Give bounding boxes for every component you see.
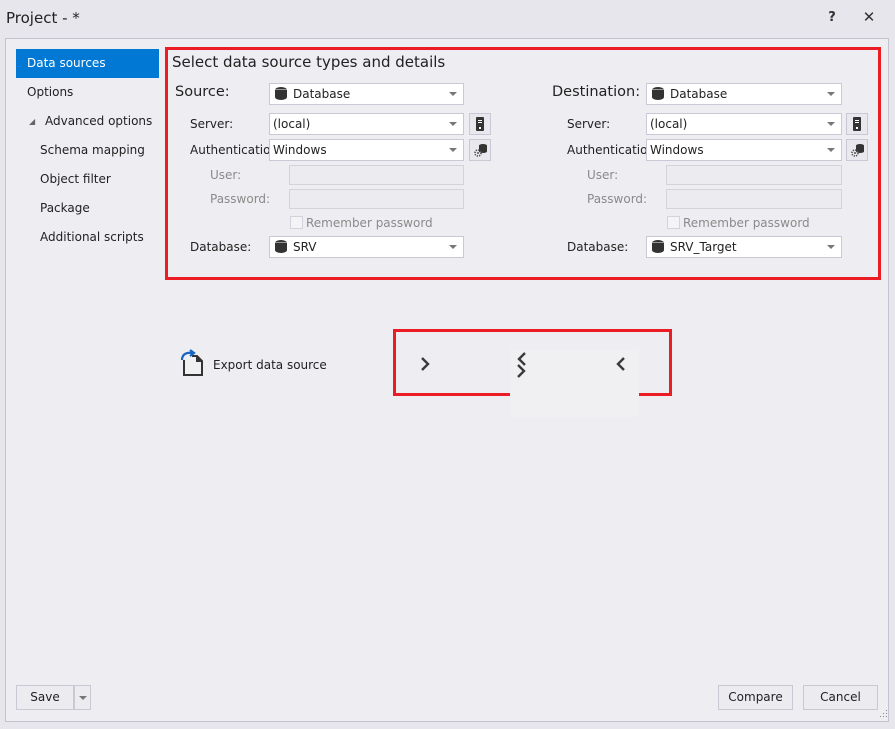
source-user-label: User:	[210, 168, 242, 182]
sidebar-item-object-filter[interactable]: Object filter	[16, 165, 159, 194]
sidebar-item-advanced-options[interactable]: ◢ Advanced options	[16, 107, 159, 136]
window-title: Project - *	[6, 9, 80, 27]
chevron-down-icon	[827, 122, 835, 126]
title-bar: Project - * ? ✕	[0, 0, 895, 38]
destination-database-value: SRV_Target	[670, 240, 737, 254]
sidebar-nav: Data sources Options ◢ Advanced options …	[16, 49, 159, 252]
destination-heading: Destination:	[552, 84, 641, 100]
chevron-down-icon	[827, 92, 835, 96]
collapse-triangle-icon[interactable]: ◢	[29, 107, 35, 136]
database-settings-icon	[474, 144, 487, 157]
close-button[interactable]: ✕	[860, 8, 878, 26]
source-server-select[interactable]: (local)	[269, 113, 464, 135]
source-database-value: SRV	[293, 240, 317, 254]
destination-server-browse-button[interactable]	[846, 113, 868, 135]
chevron-right-icon[interactable]	[417, 355, 433, 373]
database-settings-icon	[851, 144, 864, 157]
sidebar-item-package[interactable]: Package	[16, 194, 159, 223]
chevron-down-icon	[827, 245, 835, 249]
sidebar-item-label: Schema mapping	[40, 143, 145, 157]
save-options-dropdown[interactable]	[74, 685, 91, 710]
database-icon	[275, 240, 287, 253]
destination-type-select[interactable]: Database	[646, 83, 842, 105]
chevron-down-icon	[449, 148, 457, 152]
source-auth-value: Windows	[273, 143, 327, 157]
export-icon	[180, 349, 203, 376]
sidebar-item-label: Data sources	[27, 56, 106, 70]
destination-remember-password-label: Remember password	[683, 216, 810, 230]
sidebar-item-label: Advanced options	[44, 114, 153, 128]
source-server-value: (local)	[273, 117, 311, 131]
destination-server-label: Server:	[567, 117, 611, 131]
sidebar-item-data-sources[interactable]: Data sources	[16, 49, 159, 78]
destination-user-input[interactable]	[666, 165, 842, 185]
cancel-button[interactable]: Cancel	[803, 685, 878, 710]
export-data-source-label: Export data source	[213, 358, 327, 372]
chevron-left-icon[interactable]	[613, 355, 629, 373]
sidebar-item-label: Package	[40, 201, 90, 215]
help-button[interactable]: ?	[823, 10, 841, 25]
sidebar-item-label: Additional scripts	[40, 230, 144, 244]
destination-remember-password-checkbox[interactable]	[667, 216, 680, 229]
chevron-down-icon	[449, 92, 457, 96]
source-password-input[interactable]	[289, 189, 464, 209]
destination-database-select[interactable]: SRV_Target	[646, 236, 842, 258]
swap-icon[interactable]	[513, 350, 529, 380]
destination-auth-value: Windows	[650, 143, 704, 157]
chevron-down-icon	[449, 122, 457, 126]
section-title: Select data source types and details	[172, 53, 446, 71]
server-icon	[853, 117, 861, 131]
source-password-label: Password:	[210, 192, 271, 206]
source-server-label: Server:	[190, 117, 234, 131]
source-type-value: Database	[293, 87, 351, 101]
source-remember-password-checkbox[interactable]	[290, 216, 303, 229]
database-icon	[652, 87, 664, 100]
chevron-down-icon	[827, 148, 835, 152]
destination-auth-settings-button[interactable]	[846, 139, 868, 161]
destination-server-value: (local)	[650, 117, 688, 131]
destination-user-label: User:	[587, 168, 619, 182]
source-heading: Source:	[175, 84, 230, 100]
source-user-input[interactable]	[289, 165, 464, 185]
source-server-browse-button[interactable]	[469, 113, 491, 135]
destination-auth-select[interactable]: Windows	[646, 139, 842, 161]
source-database-label: Database:	[190, 240, 252, 254]
destination-password-input[interactable]	[666, 189, 842, 209]
source-remember-password-label: Remember password	[306, 216, 433, 230]
database-icon	[275, 87, 287, 100]
source-auth-select[interactable]: Windows	[269, 139, 464, 161]
database-icon	[652, 240, 664, 253]
compare-button[interactable]: Compare	[718, 685, 793, 710]
sidebar-item-label: Object filter	[40, 172, 111, 186]
destination-password-label: Password:	[587, 192, 648, 206]
source-auth-settings-button[interactable]	[469, 139, 491, 161]
sidebar-item-additional-scripts[interactable]: Additional scripts	[16, 223, 159, 252]
server-icon	[476, 117, 484, 131]
chevron-down-icon	[449, 245, 457, 249]
source-type-select[interactable]: Database	[269, 83, 464, 105]
destination-database-label: Database:	[567, 240, 629, 254]
resize-grip-icon[interactable]	[880, 710, 888, 718]
source-database-select[interactable]: SRV	[269, 236, 464, 258]
chevron-down-icon	[79, 696, 87, 700]
save-button[interactable]: Save	[16, 685, 74, 710]
destination-type-value: Database	[670, 87, 728, 101]
sidebar-item-schema-mapping[interactable]: Schema mapping	[16, 136, 159, 165]
sidebar-item-options[interactable]: Options	[16, 78, 159, 107]
sidebar-item-label: Options	[27, 85, 74, 99]
destination-server-select[interactable]: (local)	[646, 113, 842, 135]
